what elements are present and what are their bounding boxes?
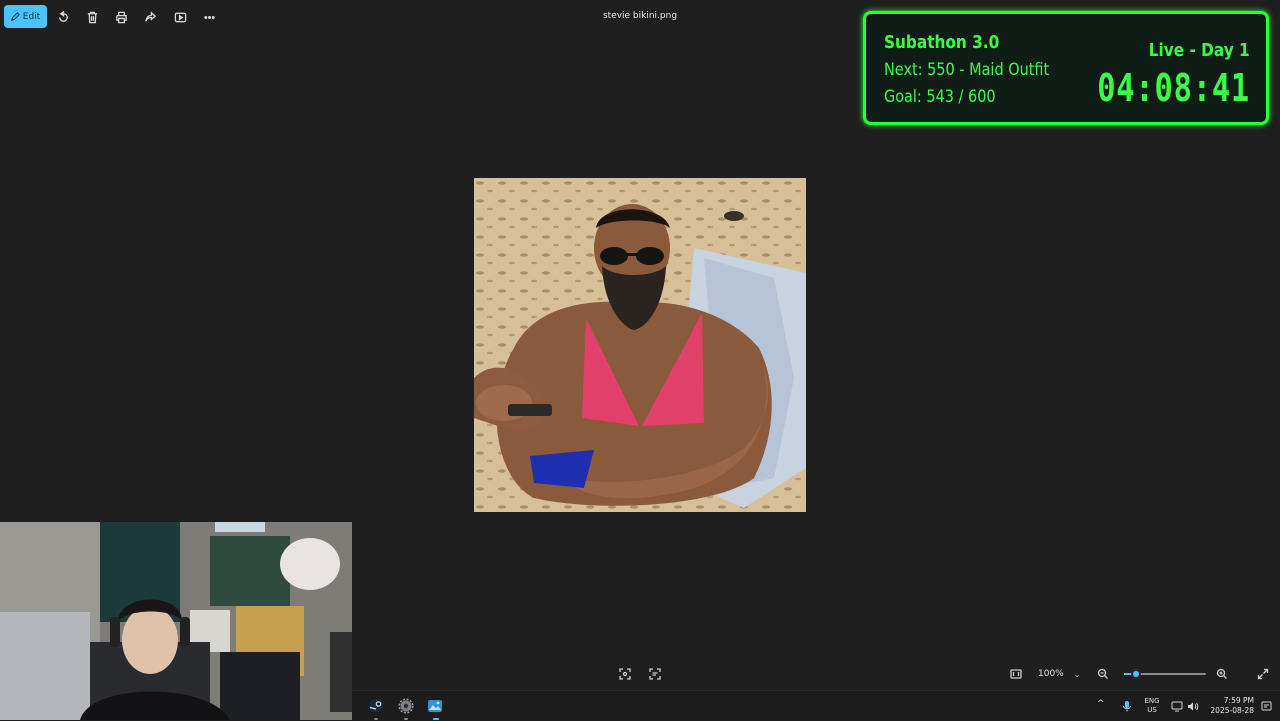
viewer-bottom-bar: 100% ⌄ xyxy=(352,658,1280,690)
zoom-slider-thumb[interactable] xyxy=(1131,669,1142,679)
webcam-feed xyxy=(0,522,352,720)
displayed-photo xyxy=(474,178,806,512)
live-day-label: Live - Day 1 xyxy=(1149,40,1250,61)
notification-icon xyxy=(1261,701,1271,710)
zoom-dropdown[interactable]: 100% ⌄ xyxy=(1032,665,1088,683)
steam-taskbar-button[interactable] xyxy=(366,696,386,716)
chevron-down-icon: ⌄ xyxy=(1073,669,1081,679)
subathon-title: Subathon 3.0 xyxy=(884,32,1000,53)
fit-window-icon xyxy=(1010,669,1022,679)
photo-illustration xyxy=(474,178,806,512)
steam-icon xyxy=(369,699,383,713)
zoom-in-button[interactable] xyxy=(1213,666,1231,682)
scan-icon xyxy=(619,668,631,680)
subathon-timer: 04:08:41 xyxy=(1097,66,1250,110)
fit-to-view-button[interactable] xyxy=(616,666,634,682)
language-code: ENG xyxy=(1144,697,1160,705)
system-clock[interactable]: 7:59 PM 2025-08-28 xyxy=(1210,696,1254,716)
subathon-overlay: Subathon 3.0 Next: 550 - Maid Outfit Goa… xyxy=(863,11,1269,125)
language-indicator[interactable]: ENG US xyxy=(1142,697,1162,715)
photos-app-icon xyxy=(428,700,442,712)
notifications-tray-button[interactable] xyxy=(1256,696,1276,716)
fit-window-button[interactable] xyxy=(1007,666,1025,682)
photos-taskbar-button[interactable] xyxy=(425,696,445,716)
network-icon xyxy=(1171,701,1183,711)
goal-progress-text: Goal: 543 / 600 xyxy=(884,87,996,107)
volume-tray-button[interactable] xyxy=(1183,696,1203,716)
expand-icon xyxy=(1257,668,1269,680)
zoom-value: 100% xyxy=(1038,669,1064,679)
volume-icon xyxy=(1188,702,1199,710)
clock-date: 2025-08-28 xyxy=(1210,706,1254,715)
microphone-icon xyxy=(1123,701,1131,712)
visual-search-button[interactable] xyxy=(646,666,664,682)
windows-taskbar: ^ ENG US 7:59 PM 2025-08-28 xyxy=(352,690,1280,721)
zoom-out-icon xyxy=(1097,668,1108,679)
keyboard-region: US xyxy=(1147,706,1157,714)
clock-time: 7:59 PM xyxy=(1223,696,1254,705)
next-goal-text: Next: 550 - Maid Outfit xyxy=(884,60,1050,80)
microphone-tray-button[interactable] xyxy=(1117,696,1137,716)
gear-icon xyxy=(398,698,414,714)
webcam-illustration xyxy=(0,522,352,720)
text-scan-icon xyxy=(649,668,661,680)
fullscreen-button[interactable] xyxy=(1254,666,1272,682)
zoom-slider[interactable] xyxy=(1124,669,1206,679)
settings-taskbar-button[interactable] xyxy=(396,696,416,716)
zoom-in-icon xyxy=(1216,668,1227,679)
tray-overflow-chevron[interactable]: ^ xyxy=(1097,700,1105,709)
zoom-out-button[interactable] xyxy=(1094,666,1112,682)
